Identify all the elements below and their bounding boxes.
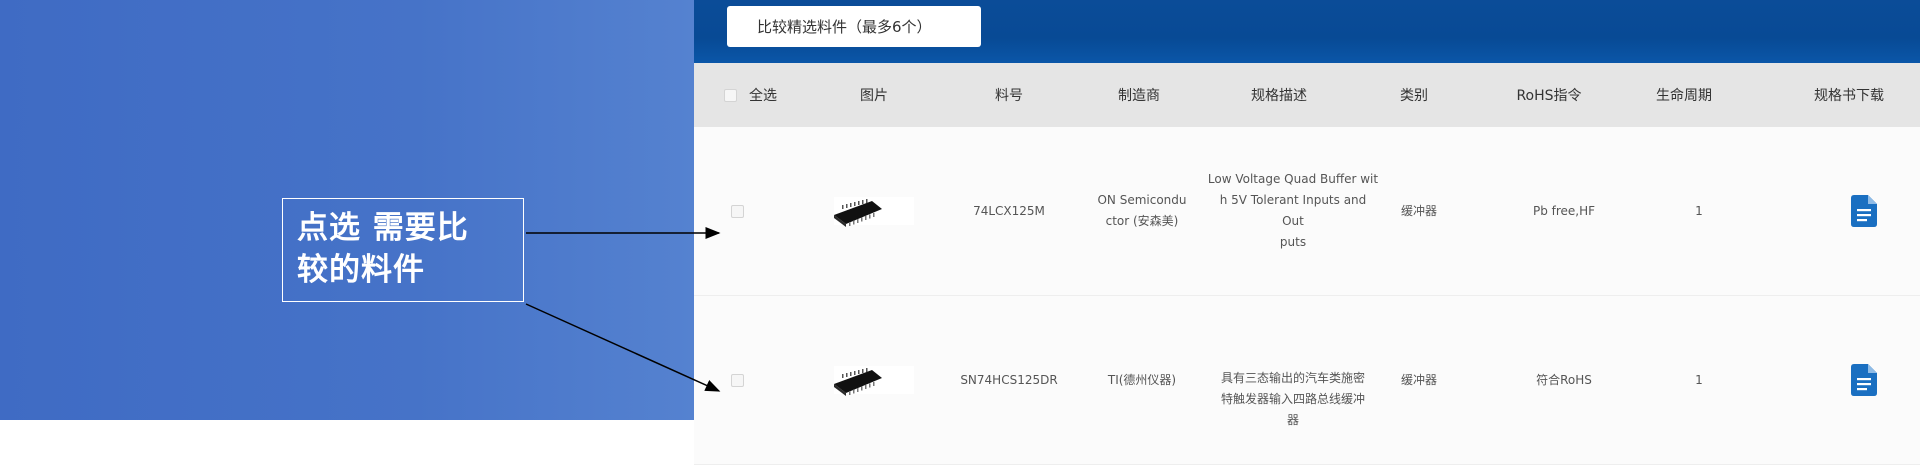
- comparison-app: 比较精选料件（最多6个） 全选 图片 料号 制造商 规格描述 类别 RoHS指令…: [694, 0, 1920, 465]
- lifecycle: 1: [1695, 372, 1703, 387]
- manufacturer-line: ON Semicondu: [1097, 193, 1187, 207]
- manufacturer-line: TI(德州仪器): [1107, 372, 1177, 387]
- part-image: [834, 127, 914, 295]
- description-line: 特触发器输入四路总线缓冲: [1220, 392, 1365, 406]
- description: 具有三态输出的汽车类施密 特触发器输入四路总线缓冲 器: [1207, 296, 1379, 464]
- select-all-checkbox[interactable]: [724, 88, 737, 102]
- row-select-cell[interactable]: [727, 296, 747, 464]
- header-image: 图片: [860, 88, 888, 104]
- document-icon[interactable]: [1851, 195, 1877, 227]
- annotation-line-2: 较的料件: [297, 252, 425, 288]
- select-all-cell[interactable]: 全选: [724, 63, 784, 127]
- part-number[interactable]: 74LCX125M: [944, 127, 1074, 295]
- part-number[interactable]: SN74HCS125DR: [944, 296, 1074, 464]
- header-lifecycle: 生命周期: [1656, 88, 1712, 104]
- category: 缓冲器: [1400, 203, 1437, 218]
- ic-chip-image: [834, 197, 914, 227]
- compare-selected-button[interactable]: 比较精选料件（最多6个）: [727, 6, 981, 47]
- ic-chip-image: [834, 366, 914, 396]
- table-row: 74LCX125M ON Semicondu ctor (安森美) Low Vo…: [694, 127, 1920, 296]
- header-manufacturer: 制造商: [1118, 88, 1160, 104]
- description-line: Low Voltage Quad Buffer wit: [1207, 172, 1379, 186]
- select-all-label: 全选: [749, 88, 777, 104]
- manufacturer: ON Semicondu ctor (安森美): [1094, 127, 1190, 295]
- row-checkbox[interactable]: [730, 373, 744, 387]
- header-rohs: RoHS指令: [1516, 88, 1582, 104]
- document-icon[interactable]: [1851, 364, 1877, 396]
- description-line: 器: [1286, 413, 1299, 427]
- datasheet-download[interactable]: [1844, 127, 1884, 295]
- header-part-number: 料号: [995, 88, 1023, 104]
- rohs-status: Pb free,HF: [1532, 203, 1596, 218]
- description-line: puts: [1279, 235, 1307, 249]
- description-line: h 5V Tolerant Inputs and Out: [1219, 193, 1367, 228]
- manufacturer: TI(德州仪器): [1094, 296, 1190, 464]
- manufacturer-line: ctor (安森美): [1105, 214, 1179, 228]
- category: 缓冲器: [1400, 372, 1437, 387]
- header-description: 规格描述: [1251, 88, 1307, 104]
- annotation-line-1: 点选 需要比: [297, 210, 469, 246]
- row-checkbox[interactable]: [730, 204, 744, 218]
- table-row: SN74HCS125DR TI(德州仪器) 具有三态输出的汽车类施密 特触发器输…: [694, 296, 1920, 465]
- header-datasheet: 规格书下载: [1814, 88, 1884, 104]
- table-header: 全选 图片 料号 制造商 规格描述 类别 RoHS指令 生命周期 规格书下载: [694, 63, 1920, 127]
- rohs-status: 符合RoHS: [1536, 372, 1592, 387]
- header-category: 类别: [1400, 88, 1428, 104]
- description: Low Voltage Quad Buffer wit h 5V Toleran…: [1207, 127, 1379, 295]
- part-image: [834, 296, 914, 464]
- datasheet-download[interactable]: [1844, 296, 1884, 464]
- annotation-callout: 点选 需要比 较的料件: [282, 198, 524, 302]
- description-line: 具有三态输出的汽车类施密: [1220, 371, 1365, 385]
- row-select-cell[interactable]: [727, 127, 747, 295]
- lifecycle: 1: [1695, 203, 1703, 218]
- top-bar: 比较精选料件（最多6个）: [694, 0, 1920, 63]
